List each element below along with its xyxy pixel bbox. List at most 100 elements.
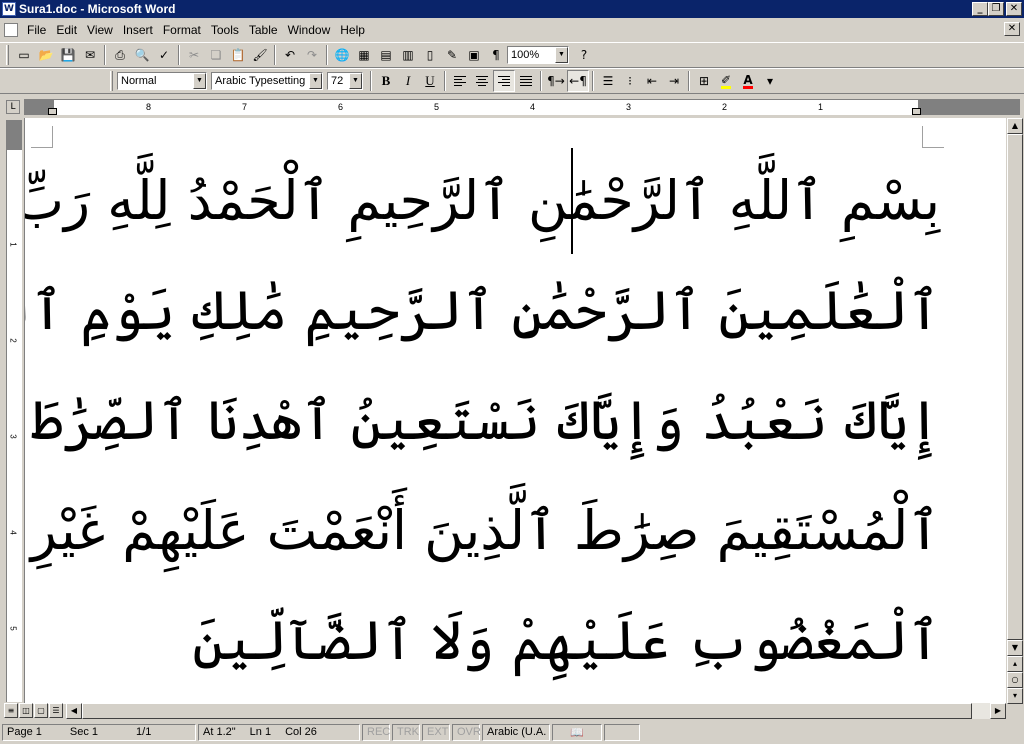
- show-hide-icon[interactable]: ¶: [485, 44, 507, 66]
- status-rec[interactable]: REC: [362, 723, 390, 741]
- copy-icon[interactable]: ❏: [205, 44, 227, 66]
- print-preview-icon[interactable]: 🔍: [131, 44, 153, 66]
- insert-table-icon[interactable]: ▤: [375, 44, 397, 66]
- web-layout-icon[interactable]: ◫: [19, 703, 33, 718]
- align-center-icon[interactable]: [471, 70, 493, 92]
- ruler-label: 5: [434, 102, 440, 112]
- cut-icon[interactable]: ✂: [183, 44, 205, 66]
- document-map-icon[interactable]: ▣: [463, 44, 485, 66]
- font-select[interactable]: Arabic Typesetting ▼: [211, 72, 323, 90]
- outline-view-icon[interactable]: ☰: [49, 703, 63, 718]
- left-indent-marker[interactable]: [48, 108, 57, 115]
- menu-view[interactable]: View: [82, 23, 118, 37]
- menu-table[interactable]: Table: [244, 23, 283, 37]
- select-browse-object-icon[interactable]: ○: [1007, 672, 1023, 688]
- increase-indent-icon[interactable]: ⇥: [663, 70, 685, 92]
- document-page[interactable]: بِسْمِ ٱللَّهِ ٱلرَّحْمَٰنِ ٱلرَّحِيمِ ٱ…: [24, 118, 1006, 704]
- scroll-down-icon[interactable]: ▼: [1007, 640, 1023, 656]
- drawing-icon[interactable]: ✎: [441, 44, 463, 66]
- text-line[interactable]: إِيَّاكَ نَعْبُدُ وَإِيَّاكَ نَسْتَعِينُ…: [32, 366, 940, 476]
- scroll-up-icon[interactable]: ▲: [1007, 118, 1023, 134]
- insert-excel-icon[interactable]: ▥: [397, 44, 419, 66]
- text-line[interactable]: ٱلْمُسْتَقِيمَ صِرَٰطَ ٱلَّذِينَ أَنْعَم…: [31, 476, 940, 586]
- align-right-icon[interactable]: [493, 70, 515, 92]
- status-ext[interactable]: EXT: [422, 723, 450, 741]
- vertical-ruler[interactable]: 1 2 3 4 5: [6, 120, 22, 702]
- menu-tools[interactable]: Tools: [206, 23, 244, 37]
- style-select[interactable]: Normal ▼: [117, 72, 207, 90]
- menu-format[interactable]: Format: [158, 23, 206, 37]
- chevron-down-icon[interactable]: ▼: [309, 73, 322, 89]
- borders-icon[interactable]: ⊞: [693, 70, 715, 92]
- horizontal-scrollbar[interactable]: ◀ ▶: [66, 703, 1006, 719]
- print-layout-icon[interactable]: ▢: [34, 703, 48, 718]
- highlight-icon[interactable]: ✐: [715, 70, 737, 92]
- rtl-direction-icon[interactable]: ←¶: [567, 70, 589, 92]
- justify-icon[interactable]: [515, 70, 537, 92]
- undo-icon[interactable]: ↶: [279, 44, 301, 66]
- close-button[interactable]: ✕: [1006, 2, 1022, 16]
- menu-file[interactable]: File: [22, 23, 51, 37]
- scroll-right-icon[interactable]: ▶: [990, 703, 1006, 719]
- status-language[interactable]: Arabic (U.A.: [482, 723, 550, 741]
- scroll-left-icon[interactable]: ◀: [66, 703, 82, 719]
- menu-help[interactable]: Help: [335, 23, 370, 37]
- book-check-icon[interactable]: 📖: [552, 723, 602, 741]
- menu-insert[interactable]: Insert: [118, 23, 158, 37]
- print-icon[interactable]: ⎙: [109, 44, 131, 66]
- document-close-button[interactable]: ✕: [1004, 22, 1020, 36]
- text-line[interactable]: ٱلْعَٰلَمِينَ ٱلرَّحْمَٰنِ ٱلرَّحِيمِ مَ…: [25, 256, 940, 366]
- status-trk[interactable]: TRK: [392, 723, 420, 741]
- toolbar-separator: [444, 71, 446, 91]
- document-icon[interactable]: [4, 23, 18, 37]
- zoom-select[interactable]: 100% ▼: [507, 46, 569, 64]
- text-line[interactable]: بِسْمِ ٱللَّهِ ٱلرَّحْمَٰنِ ٱلرَّحِيمِ ٱ…: [25, 146, 940, 256]
- title-bar[interactable]: W Sura1.doc - Microsoft Word _ ❐ ✕: [0, 0, 1024, 18]
- tables-borders-icon[interactable]: ▦: [353, 44, 375, 66]
- chevron-down-icon[interactable]: ▼: [349, 73, 362, 89]
- new-document-icon[interactable]: ▭: [13, 44, 35, 66]
- status-ovr[interactable]: OVR: [452, 723, 481, 741]
- underline-button[interactable]: U: [419, 70, 441, 92]
- open-folder-icon[interactable]: 📂: [35, 44, 57, 66]
- decrease-indent-icon[interactable]: ⇤: [641, 70, 663, 92]
- horizontal-ruler[interactable]: 8 7 6 5 4 3 2 1: [24, 99, 1020, 115]
- align-left-icon[interactable]: [449, 70, 471, 92]
- toolbar-grip[interactable]: [6, 45, 9, 65]
- save-icon[interactable]: 💾: [57, 44, 79, 66]
- paste-icon[interactable]: 📋: [227, 44, 249, 66]
- numbering-icon[interactable]: ☰: [597, 70, 619, 92]
- ltr-direction-icon[interactable]: ¶→: [545, 70, 567, 92]
- italic-button[interactable]: I: [397, 70, 419, 92]
- minimize-button[interactable]: _: [972, 2, 988, 16]
- help-icon[interactable]: ?: [573, 44, 595, 66]
- chevron-down-icon[interactable]: ▼: [193, 73, 206, 89]
- previous-page-icon[interactable]: ▴: [1007, 656, 1023, 672]
- font-size-select[interactable]: 72 ▼: [327, 72, 363, 90]
- vertical-scrollbar[interactable]: ▲ ▼ ▴ ○ ▾: [1006, 118, 1023, 704]
- bold-button[interactable]: B: [375, 70, 397, 92]
- normal-view-icon[interactable]: ≡: [4, 703, 18, 718]
- restore-button[interactable]: ❐: [988, 2, 1004, 16]
- toolbar-grip[interactable]: [110, 71, 113, 91]
- ruler-label: 7: [242, 102, 248, 112]
- spelling-icon[interactable]: ✓: [153, 44, 175, 66]
- chevron-down-icon[interactable]: ▼: [555, 47, 568, 63]
- text-line[interactable]: ٱلْمَغْضُوبِ عَلَيْهِمْ وَلَا ٱلضَّآلِّي…: [140, 586, 940, 696]
- word-doc-icon[interactable]: W: [2, 2, 16, 16]
- tab-selector-icon[interactable]: L: [6, 100, 20, 114]
- redo-icon[interactable]: ↷: [301, 44, 323, 66]
- bullets-icon[interactable]: ⁝: [619, 70, 641, 92]
- format-painter-icon[interactable]: 🖌: [249, 44, 271, 66]
- font-color-icon[interactable]: A: [737, 70, 759, 92]
- menu-edit[interactable]: Edit: [51, 23, 82, 37]
- email-icon[interactable]: ✉: [79, 44, 101, 66]
- menu-window[interactable]: Window: [283, 23, 336, 37]
- right-indent-marker[interactable]: [912, 108, 921, 115]
- document-text[interactable]: بِسْمِ ٱللَّهِ ٱلرَّحْمَٰنِ ٱلرَّحِيمِ ٱ…: [25, 146, 940, 696]
- toolbar-options-icon[interactable]: ▾: [759, 70, 781, 92]
- columns-icon[interactable]: ▯: [419, 44, 441, 66]
- hyperlink-icon[interactable]: 🌐: [331, 44, 353, 66]
- horizontal-scroll-thumb[interactable]: [82, 703, 972, 719]
- vertical-scroll-thumb[interactable]: [1007, 134, 1023, 640]
